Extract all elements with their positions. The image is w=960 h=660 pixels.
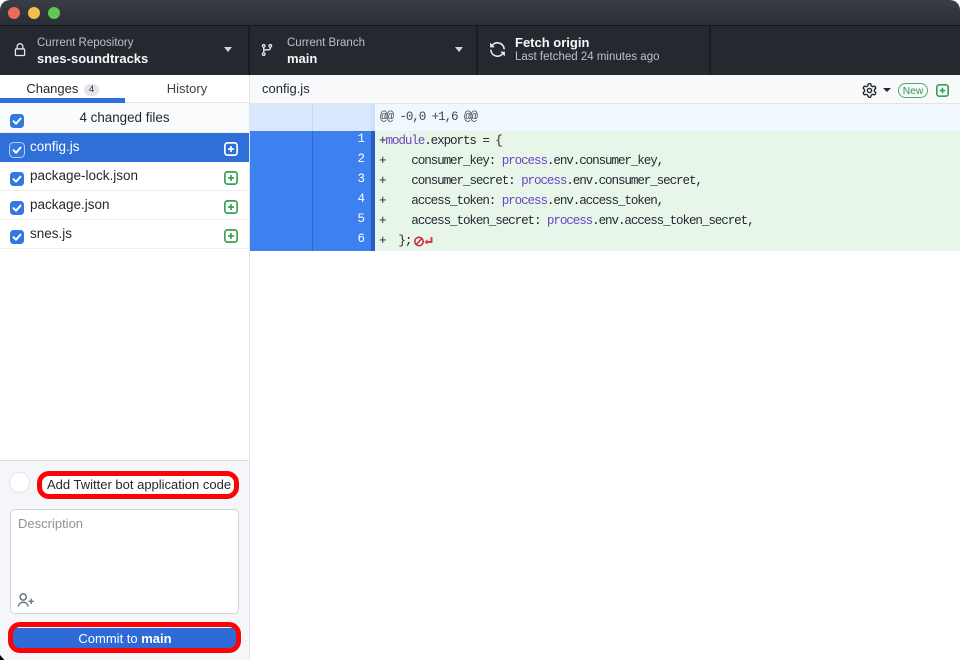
svg-text:New: New (902, 86, 923, 97)
